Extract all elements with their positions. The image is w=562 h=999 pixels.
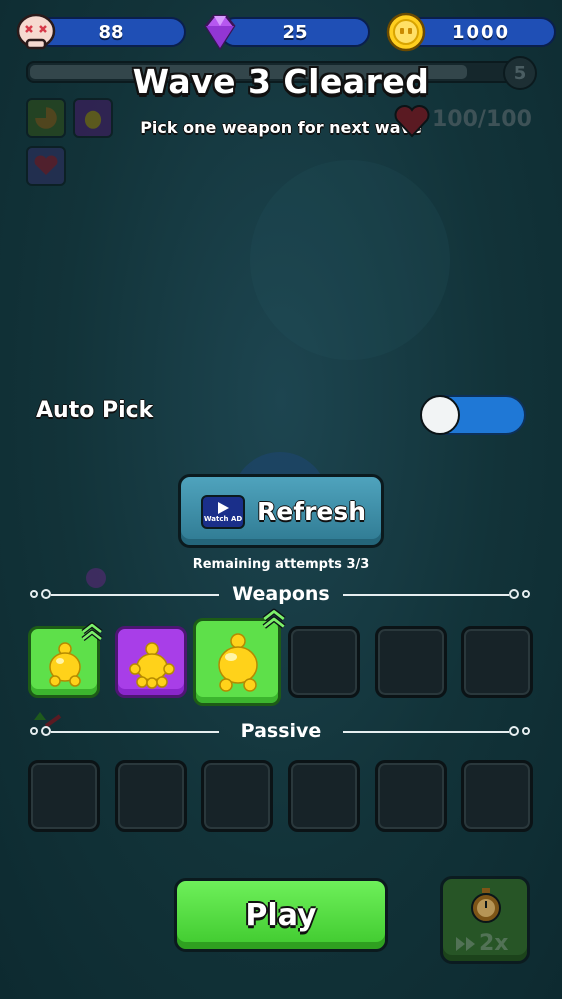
divider-dot	[509, 726, 519, 736]
pie-chart-icon	[35, 107, 57, 129]
upgrade-chevron-icon	[262, 608, 286, 629]
divider-dot	[522, 727, 530, 735]
gem-icon	[204, 14, 236, 51]
skull-counter: 88	[36, 17, 186, 47]
heart-icon	[34, 155, 58, 175]
health-text: 100/100	[432, 107, 532, 132]
passive-slot-6[interactable]	[461, 760, 533, 832]
background-bubble	[250, 160, 450, 360]
divider-dot	[30, 727, 38, 735]
buff-slot-purple	[73, 98, 113, 138]
coin-icon	[386, 12, 426, 52]
speed-label: 2x	[479, 931, 509, 956]
divider-dot	[522, 590, 530, 598]
play-button[interactable]: Play	[174, 878, 388, 952]
divider-line	[343, 594, 509, 596]
fast-forward-icon	[456, 936, 475, 951]
divider-line	[51, 731, 219, 733]
skull-icon	[16, 13, 56, 50]
passive-slot-1[interactable]	[28, 760, 100, 832]
passive-slot-3[interactable]	[201, 760, 273, 832]
auto-pick-toggle[interactable]	[420, 395, 526, 435]
divider-line	[343, 731, 509, 733]
weapon-slot-3[interactable]	[193, 618, 281, 706]
watch-ad-badge: Watch AD	[201, 495, 245, 529]
speed-indicator: 2x	[455, 931, 509, 956]
watch-ad-label: Watch AD	[203, 515, 243, 523]
yellow-blob-icon	[84, 110, 102, 129]
buff-slot-heart	[26, 146, 66, 186]
weapon-slot-6[interactable]	[461, 626, 533, 698]
skull-count: 88	[98, 21, 124, 43]
coin-count: 1000	[451, 21, 511, 43]
gem-counter: 25	[220, 17, 370, 47]
divider-dot	[30, 590, 38, 598]
yellow-blob-icon	[218, 633, 258, 692]
divider-dot	[509, 589, 519, 599]
weapon-slot-4[interactable]	[288, 626, 360, 698]
passive-title: Passive	[240, 720, 322, 742]
passive-slot-2[interactable]	[115, 760, 187, 832]
toggle-knob	[420, 395, 460, 435]
passive-slot-4[interactable]	[288, 760, 360, 832]
passive-slot-5[interactable]	[375, 760, 447, 832]
gem-count: 25	[282, 21, 308, 43]
divider-line	[51, 594, 219, 596]
play-triangle-icon	[218, 502, 229, 514]
stopwatch-icon	[471, 888, 501, 923]
refresh-button[interactable]: Watch AD Refresh	[178, 474, 384, 548]
remaining-attempts: Remaining attempts 3/3	[192, 557, 370, 572]
weapons-title: Weapons	[232, 583, 330, 605]
play-label: Play	[245, 897, 317, 933]
auto-pick-label: Auto Pick	[36, 398, 154, 423]
refresh-label: Refresh	[257, 497, 367, 526]
yellow-blob-icon	[129, 642, 175, 689]
yellow-blob-icon	[49, 642, 81, 687]
coin-counter: 1000	[406, 17, 556, 47]
weapon-slot-5[interactable]	[375, 626, 447, 698]
weapon-slot-2[interactable]	[115, 626, 187, 698]
divider-dot	[41, 726, 51, 736]
wave-title: Wave 3 Cleared	[132, 62, 430, 101]
health-heart-icon	[394, 105, 430, 138]
divider-dot	[41, 589, 51, 599]
upgrade-chevron-icon	[81, 622, 103, 641]
speed-2x-button[interactable]: 2x	[440, 876, 530, 964]
buff-slot-green	[26, 98, 66, 138]
